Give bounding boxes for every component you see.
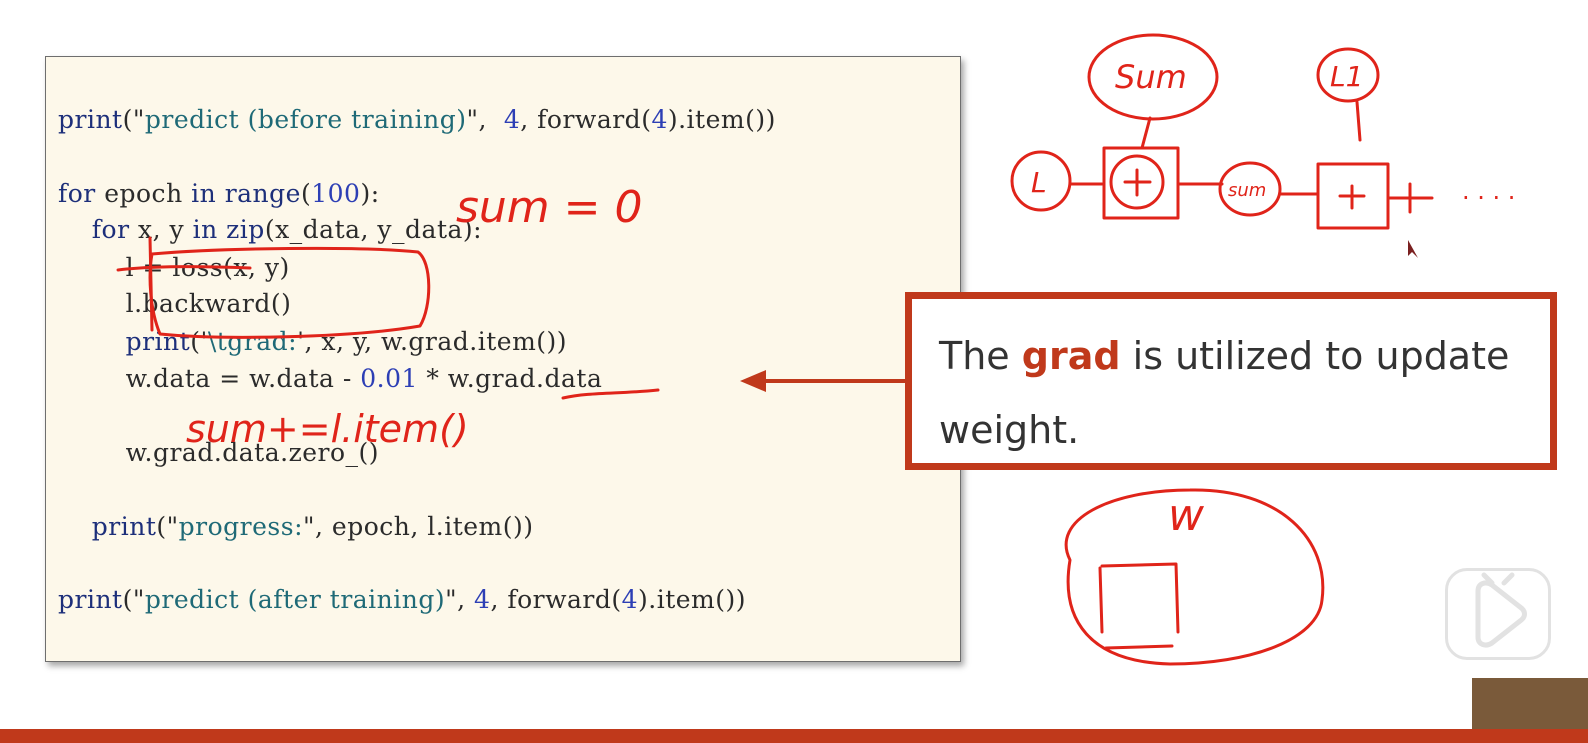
code-line: l.backward() (58, 289, 291, 318)
code-token: (" (122, 585, 145, 614)
code-line: for x, y in zip(x_data, y_data): (58, 215, 482, 244)
code-panel: print("predict (before training)", 4, fo… (45, 56, 961, 662)
graph-node-l1: L1 (1330, 60, 1363, 93)
code-token: ", epoch, l.item()) (303, 512, 534, 541)
code-line: print('\tgrad:', x, y, w.grad.item()) (58, 327, 567, 356)
code-token: , forward( (490, 585, 622, 614)
code-token: print (58, 105, 123, 134)
code-token: for (91, 215, 130, 244)
code-token: (" (122, 105, 145, 134)
graph-node-l: L (1031, 166, 1047, 199)
code-line: for epoch in range(100): (58, 179, 380, 208)
code-token: progress: (178, 512, 304, 541)
code-token: w.grad.data.zero_() (58, 438, 380, 467)
mouse-cursor-icon (1408, 240, 1418, 258)
code-token: x, y (129, 215, 193, 244)
callout-highlight: grad (1021, 334, 1121, 378)
code-token: print (125, 327, 191, 356)
code-token: 4 (651, 105, 668, 134)
code-token: 100 (311, 179, 361, 208)
code-token: , forward( (520, 105, 652, 134)
callout-box: The grad is utilized to update weight. (905, 292, 1557, 470)
code-line: w.data = w.data - 0.01 * w.grad.data (58, 364, 602, 393)
code-token: in (192, 215, 218, 244)
code-token: print (58, 585, 123, 614)
code-token: ', x, y, w.grad.item()) (297, 327, 568, 356)
code-token: epoch (95, 179, 192, 208)
code-token: (' (190, 327, 208, 356)
code-token: \tgrad: (207, 327, 298, 356)
bottom-accent-bar (0, 729, 1588, 743)
code-token: ).item()) (667, 105, 776, 134)
code-token: l = loss(x, y) (58, 253, 290, 282)
presenter-video-thumbnail (1472, 678, 1588, 729)
code-token: l.backward() (58, 289, 292, 318)
code-line: w.grad.data.zero_() (58, 438, 379, 467)
graph-ellipsis: · · · · (1462, 184, 1515, 212)
code-token: (x_data, y_data): (264, 215, 483, 244)
callout-text-before: The (939, 334, 1022, 378)
code-line: print("predict (after training)", 4, for… (58, 585, 746, 614)
code-token: ", (466, 105, 504, 134)
code-token: ).item()) (638, 585, 747, 614)
code-token: w.data = w.data - (58, 364, 361, 393)
callout-text: The grad is utilized to update weight. (939, 319, 1539, 467)
code-token: * w.grad.data (417, 364, 603, 393)
code-token: print (91, 512, 157, 541)
code-line: print("progress:", epoch, l.item()) (58, 512, 534, 541)
code-token: 0.01 (360, 364, 418, 393)
code-token: (" (156, 512, 179, 541)
code-line: print("predict (before training)", 4, fo… (58, 105, 776, 134)
play-icon (1475, 572, 1527, 648)
code-token: for (58, 179, 96, 208)
weight-label: w (1168, 490, 1205, 541)
graph-node-sum-mid: sum (1228, 180, 1266, 201)
code-line: l = loss(x, y) (58, 253, 290, 282)
code-token: ", (445, 585, 475, 614)
code-token: 4 (474, 585, 491, 614)
code-token: ( (300, 179, 312, 208)
code-token: predict (after training) (144, 585, 446, 614)
code-token: 4 (503, 105, 521, 134)
code-token: predict (before training) (144, 105, 467, 134)
graph-node-sum-top: Sum (1115, 58, 1187, 96)
code-token: zip (226, 215, 265, 244)
code-token: range (224, 179, 301, 208)
code-token: ): (360, 179, 380, 208)
code-token: 4 (621, 585, 639, 614)
code-token: in (191, 179, 217, 208)
play-button[interactable] (1445, 568, 1551, 660)
